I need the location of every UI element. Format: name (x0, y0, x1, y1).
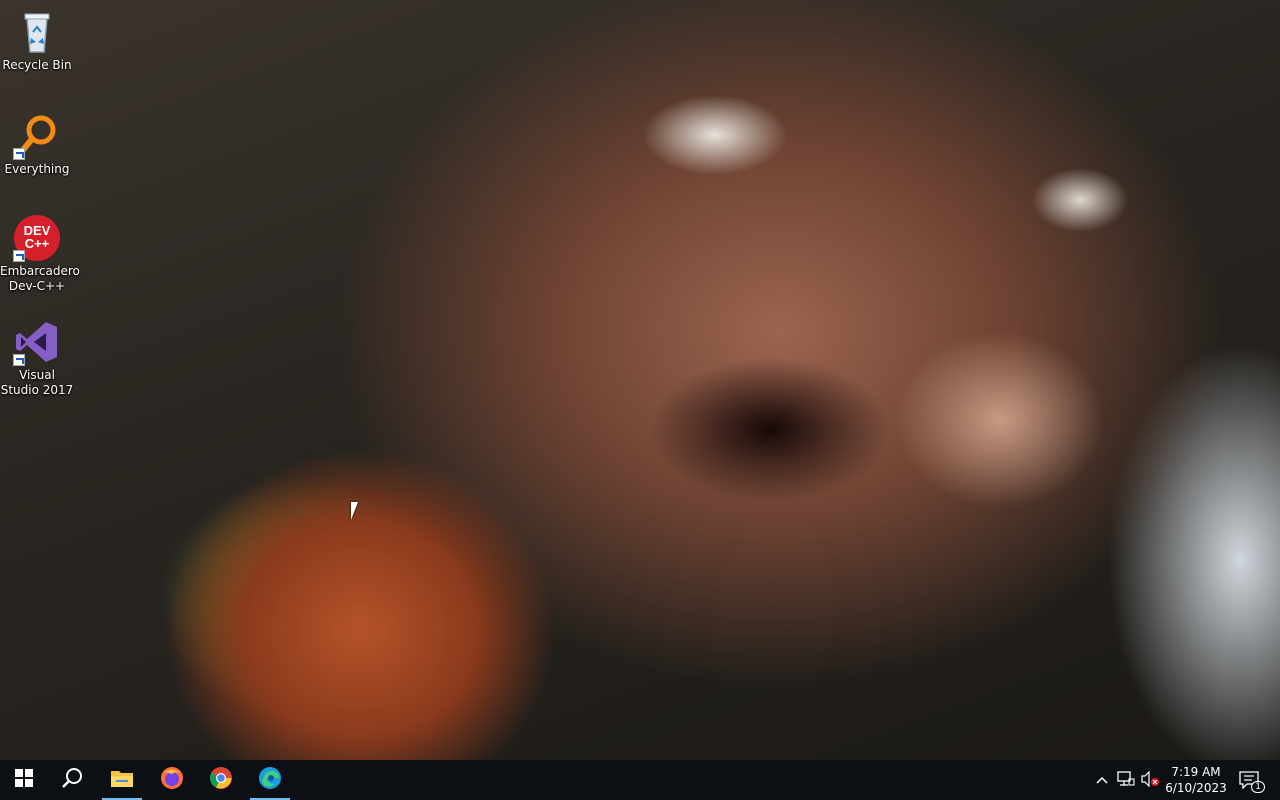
search-icon (61, 767, 83, 793)
desktop-icon-everything[interactable]: Everything (0, 112, 74, 177)
chrome-icon (209, 766, 233, 794)
desktop-icon-label: Recycle Bin (2, 58, 72, 72)
notification-count-badge: 1 (1251, 781, 1265, 793)
desktop-icon-label: Everything (4, 162, 70, 176)
everything-icon (13, 112, 61, 160)
start-button[interactable] (0, 760, 48, 800)
recycle-bin-icon (13, 8, 61, 56)
desktop-icon-recycle-bin[interactable]: Recycle Bin (0, 8, 74, 73)
shortcut-arrow-icon (13, 250, 25, 262)
clock-date: 6/10/2023 (1165, 781, 1227, 795)
taskbar-edge[interactable] (246, 760, 294, 800)
notification-icon: 1 (1239, 771, 1265, 793)
desktop-icon-visual-studio[interactable]: Visual Studio 2017 (0, 318, 74, 398)
firefox-icon (160, 766, 184, 794)
clock[interactable]: 7:19 AM 6/10/2023 (1160, 760, 1232, 800)
desktop-icon-label: Visual Studio 2017 (0, 368, 74, 397)
desktop-icon-label: Embarcadero Dev-C++ (0, 264, 80, 293)
chevron-up-icon (1096, 773, 1108, 787)
taskbar: 7:19 AM 6/10/2023 1 (0, 760, 1280, 800)
search-button[interactable] (48, 760, 96, 800)
taskbar-file-explorer[interactable] (98, 760, 146, 800)
network-icon (1117, 770, 1135, 790)
action-center-button[interactable]: 1 (1234, 760, 1265, 800)
windows-logo-icon (15, 769, 33, 791)
desktop-wallpaper: Recycle Bin Everything DEV C++ Embarcade… (0, 0, 1280, 760)
clock-time: 7:19 AM (1171, 765, 1221, 779)
folder-icon (110, 768, 134, 792)
show-hidden-icons-button[interactable] (1092, 760, 1112, 800)
network-button[interactable] (1114, 760, 1138, 800)
visual-studio-icon (13, 318, 61, 366)
desktop-icon-devcpp[interactable]: DEV C++ Embarcadero Dev-C++ (0, 214, 80, 294)
edge-icon (258, 766, 282, 794)
mouse-cursor-icon (351, 502, 358, 520)
shortcut-arrow-icon (13, 148, 25, 160)
devcpp-icon: DEV C++ (13, 214, 61, 262)
volume-muted-icon (1140, 770, 1160, 790)
devcpp-badge-text: DEV C++ (23, 223, 51, 251)
taskbar-firefox[interactable] (148, 760, 196, 800)
taskbar-chrome[interactable] (197, 760, 245, 800)
volume-button[interactable] (1138, 760, 1162, 800)
shortcut-arrow-icon (13, 354, 25, 366)
